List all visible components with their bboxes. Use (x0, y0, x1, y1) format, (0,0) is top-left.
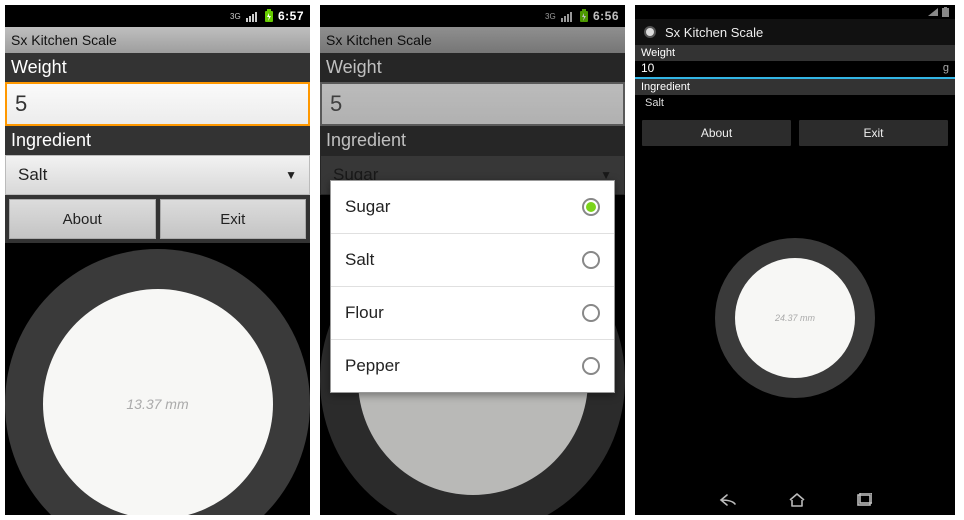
weight-input-row: g (635, 61, 955, 79)
app-icon (641, 23, 659, 41)
status-bar (635, 5, 955, 19)
scale-ring: 24.37 mm (715, 238, 875, 398)
screenshot-1: 3G 6:57 Sx Kitchen Scale Weight Ingredie… (5, 5, 310, 515)
disc-measurement: 24.37 mm (775, 313, 815, 323)
radio-icon (582, 251, 600, 269)
button-row: About Exit (635, 115, 955, 151)
dropdown-item-pepper[interactable]: Pepper (331, 340, 614, 392)
weight-input[interactable] (5, 82, 310, 126)
about-button[interactable]: About (641, 119, 792, 147)
scale-area: 24.37 mm (635, 151, 955, 485)
dropdown-item-label: Sugar (345, 197, 390, 217)
radio-icon (582, 304, 600, 322)
weight-label: Weight (5, 53, 310, 82)
dropdown-item-label: Salt (345, 250, 374, 270)
ingredient-dropdown: Sugar Salt Flour Pepper (330, 180, 615, 393)
back-icon[interactable] (718, 493, 738, 507)
signal-icon (246, 10, 260, 22)
ingredient-spinner[interactable]: Salt (635, 95, 955, 115)
svg-text:3G: 3G (230, 12, 241, 21)
weight-label: Weight (635, 45, 955, 61)
scale-disc: 24.37 mm (735, 258, 855, 378)
dropdown-item-label: Pepper (345, 356, 400, 376)
battery-icon (264, 9, 274, 23)
screenshot-2: 3G 6:56 Sx Kitchen Scale Weight Ingredie… (320, 5, 625, 515)
spinner-value: Salt (645, 97, 664, 109)
recents-icon[interactable] (856, 493, 872, 507)
network-3g-icon: 3G (230, 10, 242, 22)
chevron-down-icon: ▼ (285, 168, 297, 182)
screenshot-3: Sx Kitchen Scale Weight g Ingredient Sal… (635, 5, 955, 515)
about-button[interactable]: About (9, 199, 156, 239)
scale-ring: 13.37 mm (5, 249, 310, 515)
exit-button[interactable]: Exit (160, 199, 307, 239)
radio-icon (582, 357, 600, 375)
scale-disc: 13.37 mm (43, 289, 273, 515)
weight-input[interactable] (641, 61, 943, 75)
scale-area: 13.37 mm (5, 243, 310, 515)
button-row: About Exit (5, 195, 310, 243)
ingredient-label: Ingredient (5, 126, 310, 155)
disc-measurement: 13.37 mm (126, 396, 188, 412)
signal-icon (928, 8, 938, 16)
dropdown-item-salt[interactable]: Salt (331, 234, 614, 287)
ingredient-spinner[interactable]: Salt ▼ (5, 155, 310, 195)
title-bar: Sx Kitchen Scale (5, 27, 310, 53)
dropdown-item-sugar[interactable]: Sugar (331, 181, 614, 234)
spinner-value: Salt (18, 165, 47, 185)
home-icon[interactable] (788, 493, 806, 507)
battery-icon (942, 7, 949, 17)
app-title: Sx Kitchen Scale (665, 25, 763, 40)
radio-icon (582, 198, 600, 216)
title-bar: Sx Kitchen Scale (635, 19, 955, 45)
status-bar: 3G 6:57 (5, 5, 310, 27)
ingredient-label: Ingredient (635, 79, 955, 95)
weight-unit: g (943, 62, 949, 74)
app-title: Sx Kitchen Scale (11, 32, 117, 48)
exit-button[interactable]: Exit (798, 119, 949, 147)
dropdown-item-label: Flour (345, 303, 384, 323)
dropdown-item-flour[interactable]: Flour (331, 287, 614, 340)
nav-bar (635, 485, 955, 515)
clock-text: 6:57 (278, 9, 304, 23)
